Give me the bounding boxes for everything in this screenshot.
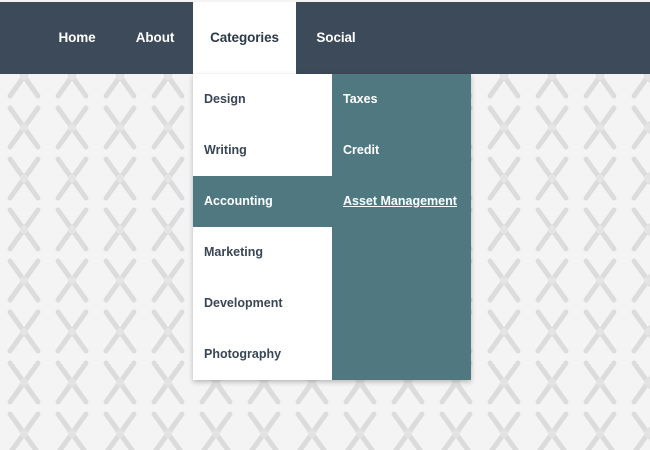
nav-item-social[interactable]: Social [301,2,371,74]
submenu-item-asset-management[interactable]: Asset Management [332,176,471,227]
nav-item-home[interactable]: Home [43,2,111,74]
submenu-item-taxes[interactable]: Taxes [332,74,471,125]
accounting-submenu: Taxes Credit Asset Management [332,74,471,380]
menu-item-marketing[interactable]: Marketing [193,227,332,278]
nav-item-categories[interactable]: Categories [193,2,296,75]
nav-item-about[interactable]: About [121,2,189,74]
menu-item-accounting[interactable]: Accounting [193,176,332,227]
menu-item-design[interactable]: Design [193,74,332,125]
menu-item-photography[interactable]: Photography [193,329,332,380]
submenu-item-credit[interactable]: Credit [332,125,471,176]
top-navbar: Home About Categories Social [0,2,650,75]
menu-item-writing[interactable]: Writing [193,125,332,176]
categories-menu: Design Writing Accounting Marketing Deve… [193,74,332,380]
menu-item-development[interactable]: Development [193,278,332,329]
categories-dropdown: Design Writing Accounting Marketing Deve… [193,74,471,380]
